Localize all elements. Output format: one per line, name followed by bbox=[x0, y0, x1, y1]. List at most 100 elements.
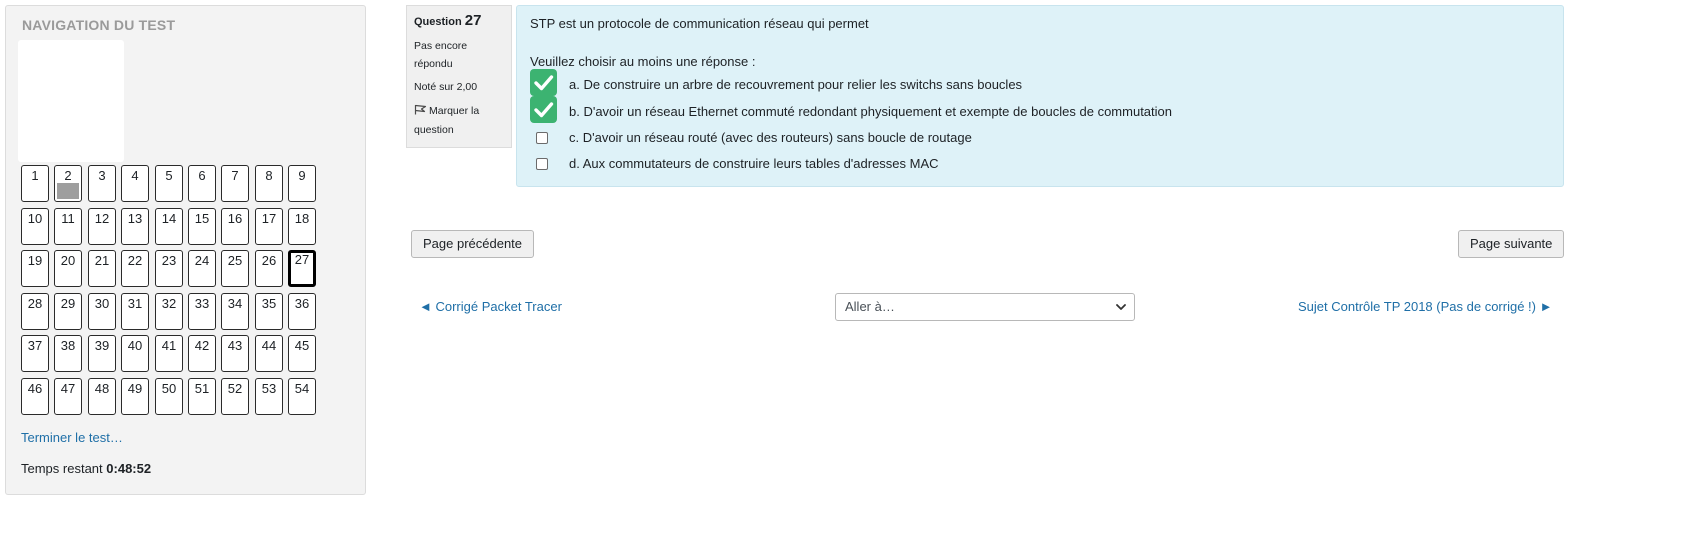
question-nav-number: 31 bbox=[127, 296, 143, 311]
question-nav-button[interactable]: 32 bbox=[155, 293, 183, 330]
question-nav-button[interactable]: 36 bbox=[288, 293, 316, 330]
question-nav-button[interactable]: 47 bbox=[54, 378, 82, 415]
question-nav-button[interactable]: 44 bbox=[255, 335, 283, 372]
timer-label: Temps restant bbox=[21, 461, 103, 476]
next-page-button[interactable]: Page suivante bbox=[1458, 230, 1565, 258]
question-nav-button[interactable]: 13 bbox=[121, 208, 149, 245]
question-nav-button[interactable]: 27 bbox=[288, 250, 316, 287]
checkbox-c[interactable] bbox=[536, 132, 548, 144]
question-nav-number: 32 bbox=[161, 296, 177, 311]
question-nav-button[interactable]: 53 bbox=[255, 378, 283, 415]
question-content: STP est un protocole de communication ré… bbox=[516, 5, 1564, 187]
question-nav-number: 8 bbox=[265, 168, 273, 183]
question-info: Question 27 Pas encore répondu Noté sur … bbox=[406, 5, 512, 148]
question-nav-number: 47 bbox=[60, 381, 76, 396]
answer-option-b[interactable]: b. D'avoir un réseau Ethernet commuté re… bbox=[530, 96, 1430, 125]
check-icon bbox=[534, 75, 554, 91]
question-nav-button[interactable]: 30 bbox=[88, 293, 116, 330]
checkbox-d[interactable] bbox=[536, 158, 548, 170]
checkbox-checked-a[interactable] bbox=[530, 69, 557, 96]
chevron-down-icon bbox=[1116, 304, 1126, 310]
checkbox-checked-b[interactable] bbox=[530, 96, 557, 123]
question-nav-button[interactable]: 24 bbox=[188, 250, 216, 287]
question-nav-button[interactable]: 52 bbox=[221, 378, 249, 415]
question-nav-button[interactable]: 6 bbox=[188, 165, 216, 202]
question-nav-number: 46 bbox=[27, 381, 43, 396]
question-nav-button[interactable]: 11 bbox=[54, 208, 82, 245]
question-nav-button[interactable]: 23 bbox=[155, 250, 183, 287]
question-nav-button[interactable]: 1 bbox=[21, 165, 49, 202]
answer-label-a: a. De construire un arbre de recouvremen… bbox=[569, 77, 1023, 92]
question-nav-button[interactable]: 37 bbox=[21, 335, 49, 372]
question-nav-button[interactable]: 7 bbox=[221, 165, 249, 202]
question-nav-button[interactable]: 15 bbox=[188, 208, 216, 245]
question-nav-button[interactable]: 12 bbox=[88, 208, 116, 245]
question-nav-button[interactable]: 5 bbox=[155, 165, 183, 202]
question-nav-button[interactable]: 29 bbox=[54, 293, 82, 330]
answer-option-a[interactable]: a. De construire un arbre de recouvremen… bbox=[530, 69, 1430, 98]
question-nav-number: 40 bbox=[127, 338, 143, 353]
question-nav-number: 35 bbox=[261, 296, 277, 311]
jump-to-value: Aller à… bbox=[845, 299, 895, 314]
question-nav-number: 4 bbox=[131, 168, 139, 183]
quiz-navigation-block: NAVIGATION DU TEST 1 2 3 4 5 6 7 8 9 10 11 12 13 14 15… bbox=[5, 5, 366, 495]
question-nav-button[interactable]: 51 bbox=[188, 378, 216, 415]
question-nav-button[interactable]: 2 bbox=[54, 165, 82, 202]
question-nav-button[interactable]: 19 bbox=[21, 250, 49, 287]
question-nav-button[interactable]: 39 bbox=[88, 335, 116, 372]
question-nav-button[interactable]: 54 bbox=[288, 378, 316, 415]
previous-activity-link[interactable]: ◄ Corrigé Packet Tracer bbox=[419, 299, 562, 314]
question-nav-button[interactable]: 28 bbox=[21, 293, 49, 330]
question-nav-button[interactable]: 14 bbox=[155, 208, 183, 245]
question-nav-button[interactable]: 50 bbox=[155, 378, 183, 415]
answer-option-d[interactable]: d. Aux commutateurs de construire leurs … bbox=[530, 155, 1430, 177]
nav-title: NAVIGATION DU TEST bbox=[22, 17, 176, 33]
question-nav-button[interactable]: 17 bbox=[255, 208, 283, 245]
question-nav-button[interactable]: 48 bbox=[88, 378, 116, 415]
question-nav-button[interactable]: 22 bbox=[121, 250, 149, 287]
question-nav-button[interactable]: 3 bbox=[88, 165, 116, 202]
question-nav-button[interactable]: 26 bbox=[255, 250, 283, 287]
question-nav-button[interactable]: 43 bbox=[221, 335, 249, 372]
question-nav-button[interactable]: 18 bbox=[288, 208, 316, 245]
check-icon bbox=[534, 102, 554, 118]
question-state: Pas encore répondu bbox=[414, 40, 468, 70]
question-nav-button[interactable]: 40 bbox=[121, 335, 149, 372]
question-nav-button[interactable]: 34 bbox=[221, 293, 249, 330]
answer-label-c: c. D'avoir un réseau routé (avec des rou… bbox=[569, 130, 972, 145]
question-nav-number: 50 bbox=[161, 381, 177, 396]
question-nav-number: 7 bbox=[231, 168, 239, 183]
question-nav-button[interactable]: 21 bbox=[88, 250, 116, 287]
question-nav-number: 41 bbox=[161, 338, 177, 353]
question-nav-button[interactable]: 38 bbox=[54, 335, 82, 372]
question-nav-number: 23 bbox=[161, 253, 177, 268]
question-nav-button[interactable]: 45 bbox=[288, 335, 316, 372]
question-nav-button[interactable]: 16 bbox=[221, 208, 249, 245]
question-nav-number: 42 bbox=[194, 338, 210, 353]
question-nav-button[interactable]: 31 bbox=[121, 293, 149, 330]
question-nav-number: 26 bbox=[261, 253, 277, 268]
question-nav-button[interactable]: 25 bbox=[221, 250, 249, 287]
question-nav-button[interactable]: 9 bbox=[288, 165, 316, 202]
question-nav-button[interactable]: 10 bbox=[21, 208, 49, 245]
next-activity-link[interactable]: Sujet Contrôle TP 2018 (Pas de corrigé !… bbox=[1298, 299, 1552, 314]
question-nav-button[interactable]: 49 bbox=[121, 378, 149, 415]
question-nav-button[interactable]: 33 bbox=[188, 293, 216, 330]
jump-to-select[interactable]: Aller à… bbox=[835, 293, 1135, 321]
question-nav-number: 22 bbox=[127, 253, 143, 268]
question-nav-button[interactable]: 42 bbox=[188, 335, 216, 372]
question-nav-button[interactable]: 35 bbox=[255, 293, 283, 330]
finish-attempt-link[interactable]: Terminer le test… bbox=[21, 430, 123, 445]
question-nav-button[interactable]: 8 bbox=[255, 165, 283, 202]
answer-option-c[interactable]: c. D'avoir un réseau routé (avec des rou… bbox=[530, 129, 1430, 151]
question-nav-number: 20 bbox=[60, 253, 76, 268]
question-nav-button[interactable]: 4 bbox=[121, 165, 149, 202]
question-nav-button[interactable]: 20 bbox=[54, 250, 82, 287]
flag-question-toggle[interactable]: Marquer la question bbox=[414, 102, 504, 140]
timer-value: 0:48:52 bbox=[106, 461, 152, 476]
question-nav-number: 1 bbox=[31, 168, 39, 183]
question-nav-button[interactable]: 41 bbox=[155, 335, 183, 372]
question-nav-number: 3 bbox=[98, 168, 106, 183]
question-nav-button[interactable]: 46 bbox=[21, 378, 49, 415]
previous-page-button[interactable]: Page précédente bbox=[411, 230, 535, 258]
